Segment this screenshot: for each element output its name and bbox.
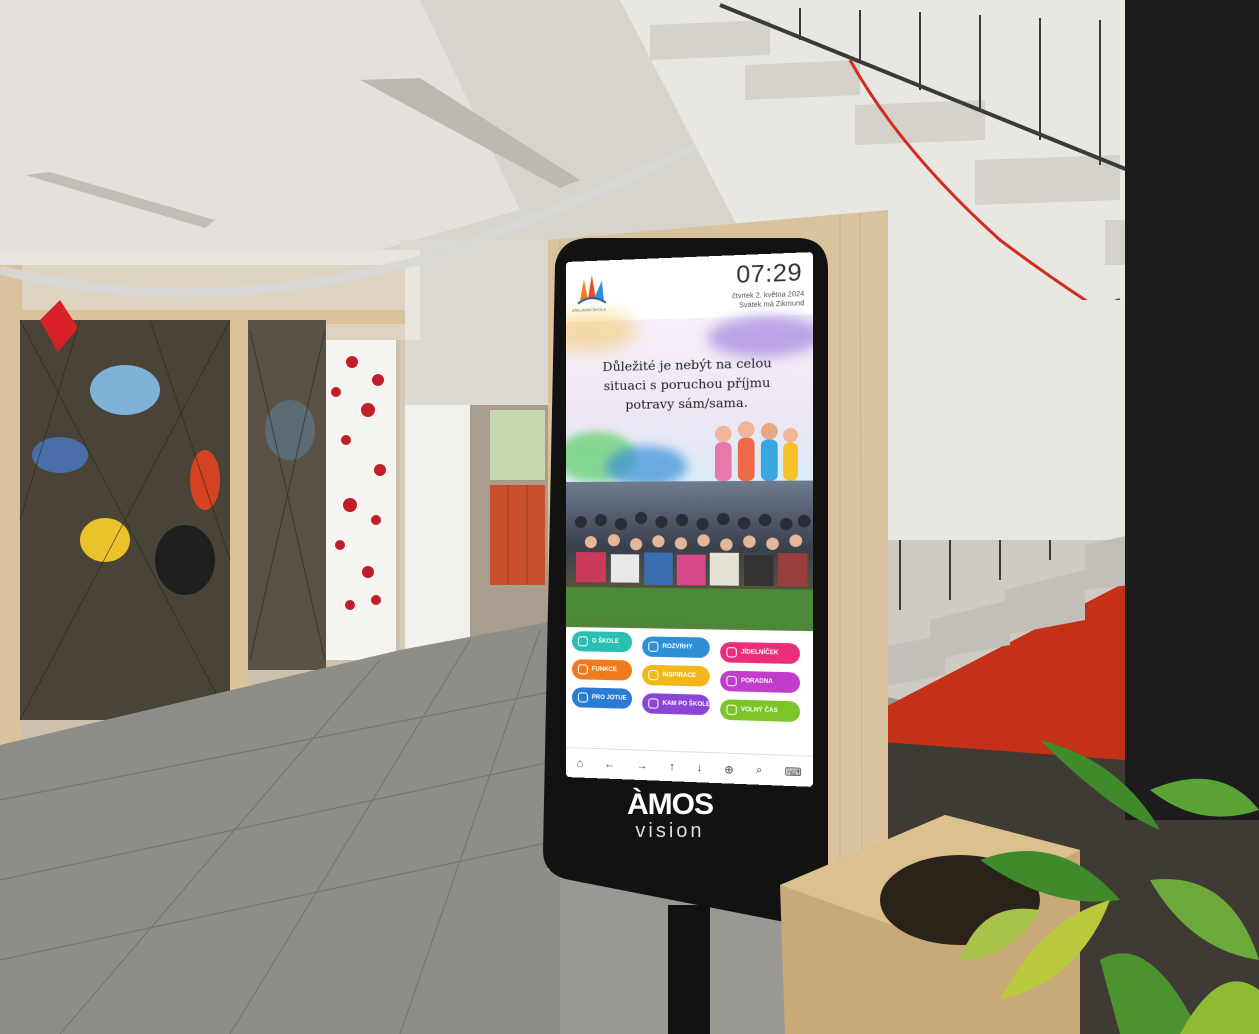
students-group-photo [566,511,813,626]
brand-line-2: vision [635,820,705,842]
amos-vision-logo: ÀMOS vision [620,788,720,843]
tile-kam-po-skole[interactable]: KAM PO ŠKOLE [642,693,711,716]
paint-splash [707,314,813,359]
keyboard-icon[interactable]: ⌨ [785,765,802,779]
tile-label: KAM PO ŠKOLE [662,700,711,709]
arrow-right-icon[interactable]: → [637,760,648,773]
tile-label: VOLNÝ ČAS [740,706,778,715]
tile-label: PORADNA [740,678,773,686]
tile-label: PRO JOTUE [591,694,627,702]
kiosk-stand [668,905,710,1034]
home-icon[interactable]: ⌂ [576,757,583,769]
nameday-line: Svátek má Zikmund [739,300,805,310]
clock-icon [648,641,659,652]
clock: 07:29 [736,258,803,290]
tile-label: JÍDELNÍČEK [740,649,779,657]
school-hands-logo-icon [574,274,610,305]
tile-jidelnicek[interactable]: JÍDELNÍČEK [720,641,801,665]
door [405,405,470,655]
date-text: čtvrtek 2. května 2024 Svátek má Zikmund [732,290,804,311]
tile-o-skole[interactable]: O ŠKOLE [571,631,633,653]
tile-label: INSPIRACE [662,672,697,680]
tile-rozvrhy[interactable]: ROZVRHY [642,636,710,659]
school-icon [577,636,588,647]
quote-text: Důležité je nebýt na celou situaci s por… [602,354,772,413]
lightbulb-icon [648,669,659,681]
lockers [490,485,545,585]
tile-inspirace[interactable]: INSPIRACE [642,664,710,687]
compass-icon [648,698,659,709]
cutlery-icon [726,647,737,658]
kids-illustration-icon [714,421,798,482]
tile-poradna[interactable]: PORADNA [720,670,801,694]
kiosk-screen: ZÁKLADNÍ ŠKOLA 07:29 čtvrtek 2. května 2… [566,252,813,787]
tile-pro-jotue[interactable]: PRO JOTUE [571,687,633,709]
tile-funkce[interactable]: FUNKCE [571,659,633,681]
tile-label: ROZVRHY [662,643,693,651]
chat-icon [726,675,737,687]
people-icon [577,692,588,703]
tile-label: O ŠKOLE [591,638,619,646]
search-icon[interactable]: ⌕ [756,764,762,778]
arrow-left-icon[interactable]: ← [604,758,615,771]
star-icon [577,664,588,675]
arrow-up-icon[interactable]: ↑ [669,761,675,773]
zoom-in-icon[interactable]: ⊕ [724,762,734,776]
brand-line-1: ÀMOS [627,788,714,821]
tile-volny-cas[interactable]: VOLNÝ ČAS [720,699,801,723]
arrow-down-icon[interactable]: ↓ [697,762,703,774]
menu-grid: O ŠKOLE ROZVRHY JÍDELNÍČEK FUNKCE INSPIR… [566,627,813,756]
tile-label: FUNKCE [591,666,617,674]
class-photo[interactable] [566,480,813,632]
quote-banner[interactable]: Důležité je nebýt na celou situaci s por… [566,309,813,487]
paper-plane-icon [726,704,737,716]
